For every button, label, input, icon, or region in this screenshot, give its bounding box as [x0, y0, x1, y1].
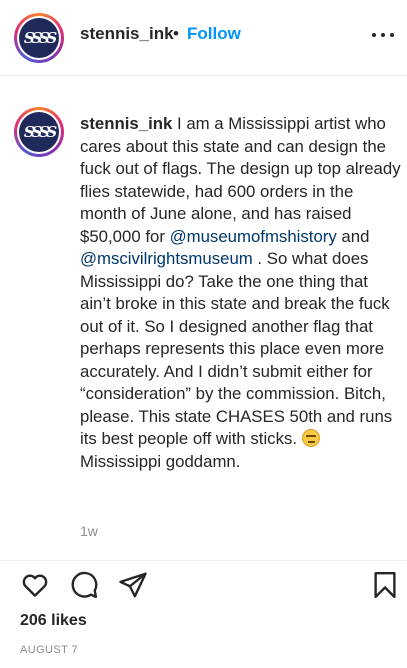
- mention-link[interactable]: @mscivilrightsmuseum: [80, 249, 253, 268]
- more-dot: [372, 33, 376, 37]
- header-avatar-frame: SSSS: [17, 16, 61, 60]
- more-dot: [390, 33, 394, 37]
- caption-avatar[interactable]: SSSS: [14, 107, 64, 157]
- caption-text: Mississippi goddamn.: [80, 451, 241, 471]
- caption-avatar-logo: SSSS: [19, 112, 59, 152]
- header-avatar[interactable]: SSSS: [14, 13, 64, 63]
- header-separator: •: [173, 24, 179, 43]
- share-icon[interactable]: [118, 570, 148, 600]
- post-date[interactable]: AUGUST 7: [20, 644, 78, 656]
- more-dot: [381, 33, 385, 37]
- post-time-ago[interactable]: 1w: [80, 523, 98, 539]
- caption-text: . So what does Mississippi do? Take the …: [80, 249, 393, 448]
- likes-count[interactable]: 206 likes: [20, 612, 87, 630]
- caption-avatar-frame: SSSS: [17, 110, 61, 154]
- more-options-icon[interactable]: [372, 30, 394, 40]
- comment-icon[interactable]: [69, 570, 99, 600]
- bookmark-icon[interactable]: [370, 570, 400, 600]
- actions-divider: [0, 560, 407, 561]
- heart-icon[interactable]: [20, 570, 50, 600]
- mention-link[interactable]: @museumofmshistory: [170, 227, 337, 246]
- header-username[interactable]: stennis_ink: [80, 24, 174, 44]
- post-caption: stennis_ink I am a Mississippi artist wh…: [80, 113, 402, 473]
- expressionless-face-emoji-icon: [301, 429, 320, 447]
- follow-button[interactable]: Follow: [187, 24, 241, 44]
- header-avatar-logo: SSSS: [19, 18, 59, 58]
- caption-username[interactable]: stennis_ink: [80, 114, 172, 133]
- post-header: SSSS stennis_ink • Follow: [0, 0, 407, 76]
- caption-text: and: [336, 226, 370, 246]
